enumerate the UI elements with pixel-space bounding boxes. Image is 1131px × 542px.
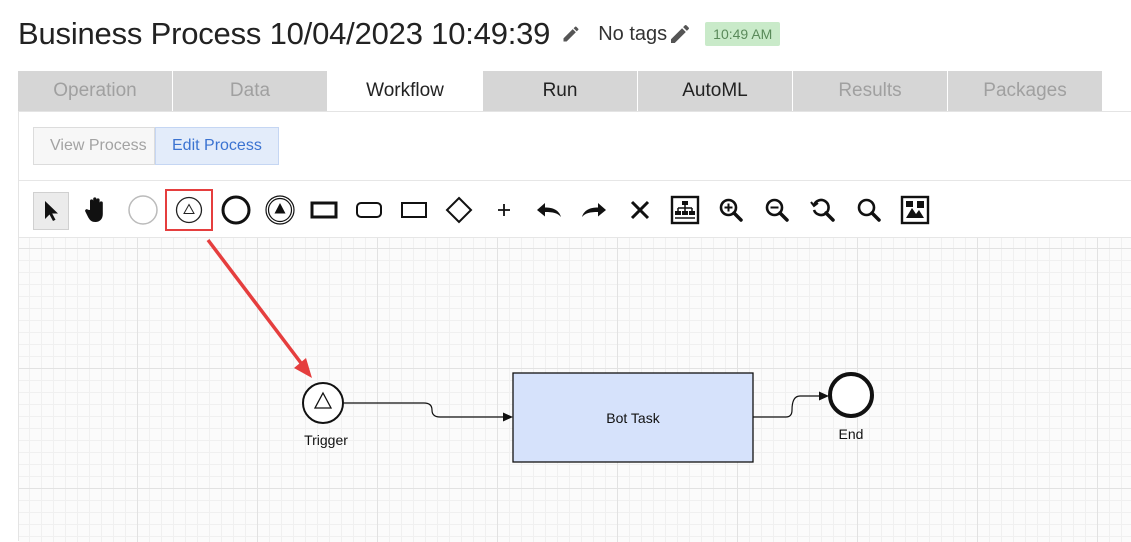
auto-layout-icon bbox=[670, 195, 700, 225]
task-tool[interactable] bbox=[306, 190, 342, 230]
tab-results[interactable]: Results bbox=[793, 71, 947, 111]
hand-tool[interactable] bbox=[78, 190, 114, 230]
export-image-button[interactable] bbox=[897, 190, 933, 230]
zoom-in-icon bbox=[719, 198, 743, 222]
diagram-svg bbox=[302, 372, 874, 463]
delete-button[interactable] bbox=[622, 190, 658, 230]
undo-icon bbox=[537, 203, 561, 217]
pencil-icon bbox=[671, 24, 690, 43]
tab-operation[interactable]: Operation bbox=[18, 71, 172, 111]
zoom-fit-icon bbox=[857, 198, 881, 222]
add-tool[interactable] bbox=[486, 190, 522, 230]
arrowhead bbox=[819, 391, 829, 401]
pointer-tool[interactable] bbox=[33, 192, 69, 230]
header: Business Process 10/04/2023 10:49:39 No … bbox=[18, 14, 781, 54]
end-event[interactable] bbox=[828, 372, 874, 418]
subprocess-icon bbox=[356, 202, 382, 218]
undo-button[interactable] bbox=[531, 190, 567, 230]
gateway-tool[interactable] bbox=[441, 190, 477, 230]
delete-icon bbox=[630, 200, 650, 220]
pointer-icon bbox=[45, 201, 58, 221]
tab-bar: Operation Data Workflow Run AutoML Resul… bbox=[18, 71, 1102, 111]
view-process-button[interactable]: View Process bbox=[33, 127, 155, 165]
arrowhead bbox=[503, 412, 513, 422]
edit-title-button[interactable] bbox=[558, 21, 584, 47]
divider bbox=[19, 180, 1131, 181]
zoom-in-button[interactable] bbox=[713, 190, 749, 230]
pencil-icon bbox=[563, 26, 579, 42]
diagram-toolbar bbox=[33, 189, 1131, 231]
start-event-icon bbox=[128, 195, 158, 225]
rectangle-tool[interactable] bbox=[396, 190, 432, 230]
end-event-icon bbox=[221, 195, 251, 225]
end-label: End bbox=[838, 426, 864, 442]
zoom-out-button[interactable] bbox=[759, 190, 795, 230]
end-event-tool[interactable] bbox=[218, 190, 254, 230]
gateway-icon bbox=[445, 196, 473, 224]
subprocess-tool[interactable] bbox=[351, 190, 387, 230]
tab-workflow[interactable]: Workflow bbox=[328, 71, 482, 111]
conditional-start-event-icon bbox=[175, 196, 203, 224]
page-title: Business Process 10/04/2023 10:49:39 bbox=[18, 16, 551, 51]
time-badge: 10:49 AM bbox=[705, 22, 781, 46]
start-event-tool[interactable] bbox=[125, 190, 161, 230]
hand-icon bbox=[85, 197, 103, 222]
redo-icon bbox=[582, 203, 606, 217]
trigger-label: Trigger bbox=[304, 432, 348, 448]
sequence-flow-task-end[interactable] bbox=[753, 395, 821, 418]
zoom-out-icon bbox=[765, 198, 789, 222]
tab-packages[interactable]: Packages bbox=[948, 71, 1102, 111]
tags-label: No tags bbox=[598, 22, 668, 45]
trigger-event[interactable] bbox=[302, 382, 344, 424]
zoom-reset-icon bbox=[810, 198, 835, 222]
signal-event-icon bbox=[265, 195, 295, 225]
conditional-start-event-tool[interactable] bbox=[165, 189, 213, 231]
auto-layout-button[interactable] bbox=[667, 190, 703, 230]
diagram-canvas[interactable]: Trigger Bot Task End bbox=[19, 237, 1131, 542]
tab-run[interactable]: Run bbox=[483, 71, 637, 111]
bot-task-label: Bot Task bbox=[606, 410, 660, 426]
rectangle-icon bbox=[401, 202, 427, 218]
zoom-reset-button[interactable] bbox=[805, 190, 841, 230]
mode-toggle: View Process Edit Process bbox=[33, 127, 279, 165]
workflow-panel: View Process Edit Process Trigger Bot Ta… bbox=[18, 111, 1131, 542]
plus-icon bbox=[498, 204, 510, 216]
tab-data[interactable]: Data bbox=[173, 71, 327, 111]
task-icon bbox=[310, 201, 338, 219]
edit-tags-button[interactable] bbox=[667, 21, 693, 47]
redo-button[interactable] bbox=[576, 190, 612, 230]
zoom-fit-button[interactable] bbox=[851, 190, 887, 230]
signal-event-tool[interactable] bbox=[262, 190, 298, 230]
export-image-icon bbox=[900, 195, 930, 225]
edit-process-button[interactable]: Edit Process bbox=[155, 127, 279, 165]
tab-automl[interactable]: AutoML bbox=[638, 71, 792, 111]
sequence-flow-trigger-task[interactable] bbox=[344, 402, 506, 418]
